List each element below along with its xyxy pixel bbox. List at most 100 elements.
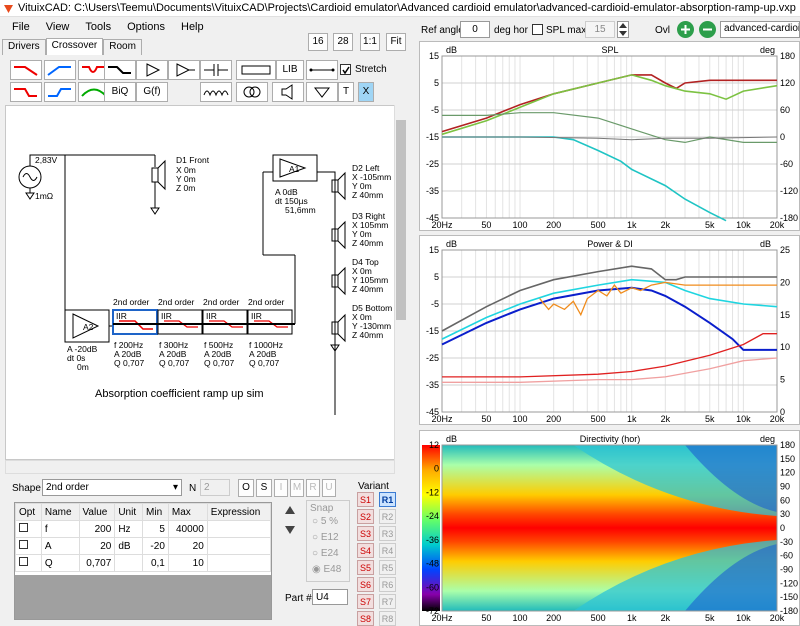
opt-checkbox[interactable] xyxy=(19,540,28,549)
lowpass2-button[interactable] xyxy=(10,82,42,102)
x-button[interactable]: X xyxy=(358,82,374,102)
u-button[interactable]: U xyxy=(322,479,336,497)
spl-max-spinner[interactable] xyxy=(617,21,629,38)
variant-s7-button[interactable]: S7 xyxy=(357,594,374,609)
variant-r7-button[interactable]: R7 xyxy=(379,594,396,609)
tab-room[interactable]: Room xyxy=(103,39,142,55)
ref-angle-input[interactable]: 0 xyxy=(460,21,490,38)
remove-overlay-button[interactable] xyxy=(699,21,716,38)
variant-s4-button[interactable]: S4 xyxy=(357,543,374,558)
r-button[interactable]: R xyxy=(306,479,320,497)
spl-title: SPL xyxy=(601,45,618,55)
menu-view[interactable]: View xyxy=(38,21,78,33)
pow-xtick: 500 xyxy=(591,414,606,424)
highpass-button[interactable] xyxy=(44,60,76,80)
tab-drivers[interactable]: Drivers xyxy=(2,39,46,55)
gf-button[interactable]: G(f) xyxy=(136,82,168,102)
shelf-button[interactable] xyxy=(104,60,136,80)
table-row[interactable]: f 200 Hz 5 40000 xyxy=(15,520,272,538)
variant-s6-button[interactable]: S6 xyxy=(357,577,374,592)
variant-r8-button[interactable]: R8 xyxy=(379,611,396,626)
biq-button[interactable]: BiQ xyxy=(104,82,136,102)
zoom-16-button[interactable]: 16 xyxy=(308,33,328,51)
zoom-28-button[interactable]: 28 xyxy=(333,33,353,51)
row-min[interactable]: 5 xyxy=(142,520,169,538)
lowpass-button[interactable] xyxy=(10,60,42,80)
variant-r6-button[interactable]: R6 xyxy=(379,577,396,592)
o-button[interactable]: O xyxy=(238,479,254,497)
m-button[interactable]: M xyxy=(290,479,304,497)
resistor-button[interactable] xyxy=(236,60,276,80)
spl-max-input[interactable]: 15 xyxy=(585,21,615,38)
opt-checkbox[interactable] xyxy=(19,557,28,566)
variant-s1-button[interactable]: S1 xyxy=(357,492,374,507)
col-value: Value xyxy=(78,503,116,521)
variant-r1-button[interactable]: R1 xyxy=(379,492,396,507)
row-expression[interactable] xyxy=(206,554,272,572)
ground-button[interactable] xyxy=(306,82,338,102)
menu-options[interactable]: Options xyxy=(119,21,173,33)
move-up-button[interactable] xyxy=(282,502,298,518)
variant-r2-button[interactable]: R2 xyxy=(379,509,396,524)
spl-max-checkbox[interactable] xyxy=(532,24,543,35)
row-max[interactable]: 40000 xyxy=(167,520,208,538)
menu-tools[interactable]: Tools xyxy=(77,21,119,33)
snap-e48-radio[interactable]: ◉ E48 xyxy=(312,564,341,575)
capacitor-button[interactable] xyxy=(200,60,232,80)
snap-e12-radio[interactable]: ○ E12 xyxy=(312,532,339,543)
i-button[interactable]: I xyxy=(274,479,288,497)
inductor-button[interactable] xyxy=(200,82,232,102)
table-row[interactable]: A 20 dB -20 20 xyxy=(15,537,272,555)
row-value[interactable]: 200 xyxy=(78,520,116,538)
row-value[interactable]: 0,707 xyxy=(78,554,116,572)
stretch-checkbox[interactable] xyxy=(340,64,351,75)
move-down-button[interactable] xyxy=(282,522,298,538)
wire-button[interactable] xyxy=(306,60,338,80)
lib-button[interactable]: LIB xyxy=(276,60,304,80)
power-di-chart: Power & DIdB dB155-5-15-25-35-45252015105… xyxy=(419,235,800,425)
scrollbar-thumb[interactable] xyxy=(396,120,406,320)
row-min[interactable]: 0,1 xyxy=(142,554,169,572)
table-row[interactable]: Q 0,707 0,1 10 xyxy=(15,554,272,572)
variant-s5-button[interactable]: S5 xyxy=(357,560,374,575)
t-button[interactable]: T xyxy=(338,82,354,102)
d4-z: Z 40mm xyxy=(352,284,383,294)
schematic-hscroll[interactable] xyxy=(5,460,395,474)
variant-r5-button[interactable]: R5 xyxy=(379,560,396,575)
snap-5pct-radio[interactable]: ○ 5 % xyxy=(312,516,338,527)
buffer-button[interactable] xyxy=(136,60,168,80)
transformer-button[interactable] xyxy=(236,82,268,102)
amp-button[interactable] xyxy=(168,60,200,80)
row-expression[interactable] xyxy=(206,537,272,555)
a2-dist: 0m xyxy=(77,362,89,372)
n-dropdown[interactable]: 2 xyxy=(200,479,230,496)
variant-s3-button[interactable]: S3 xyxy=(357,526,374,541)
menu-help[interactable]: Help xyxy=(173,21,212,33)
add-overlay-button[interactable] xyxy=(677,21,694,38)
row-value[interactable]: 20 xyxy=(78,537,116,555)
shape-dropdown[interactable]: 2nd order ▾ xyxy=(42,479,182,496)
variant-s2-button[interactable]: S2 xyxy=(357,509,374,524)
tab-crossover[interactable]: Crossover xyxy=(45,38,104,55)
row-max[interactable]: 20 xyxy=(167,537,208,555)
variant-r4-button[interactable]: R4 xyxy=(379,543,396,558)
zoom-1to1-button[interactable]: 1:1 xyxy=(360,33,380,51)
row-expression[interactable] xyxy=(206,520,272,538)
menu-file[interactable]: File xyxy=(4,21,38,33)
row-max[interactable]: 10 xyxy=(167,554,208,572)
row-min[interactable]: -20 xyxy=(142,537,169,555)
zoom-fit-button[interactable]: Fit xyxy=(386,33,406,51)
highpass2-button[interactable] xyxy=(44,82,76,102)
spl-curve-green xyxy=(441,74,778,136)
spl-chart: SPLdB deg155-5-15-25-35-45180120600-60-12… xyxy=(419,41,800,231)
snap-e24-radio[interactable]: ○ E24 xyxy=(312,548,339,559)
driver-button[interactable] xyxy=(272,82,304,102)
variant-r3-button[interactable]: R3 xyxy=(379,526,396,541)
part-input[interactable]: U4 xyxy=(312,589,348,605)
s-button[interactable]: S xyxy=(256,479,272,497)
opt-checkbox[interactable] xyxy=(19,523,28,532)
overlay-file-field[interactable]: advanced-cardioid-emulator xyxy=(720,21,800,38)
spl-xtick: 10k xyxy=(736,220,751,230)
variant-s8-button[interactable]: S8 xyxy=(357,611,374,626)
snap-e12-label: E12 xyxy=(320,532,339,543)
